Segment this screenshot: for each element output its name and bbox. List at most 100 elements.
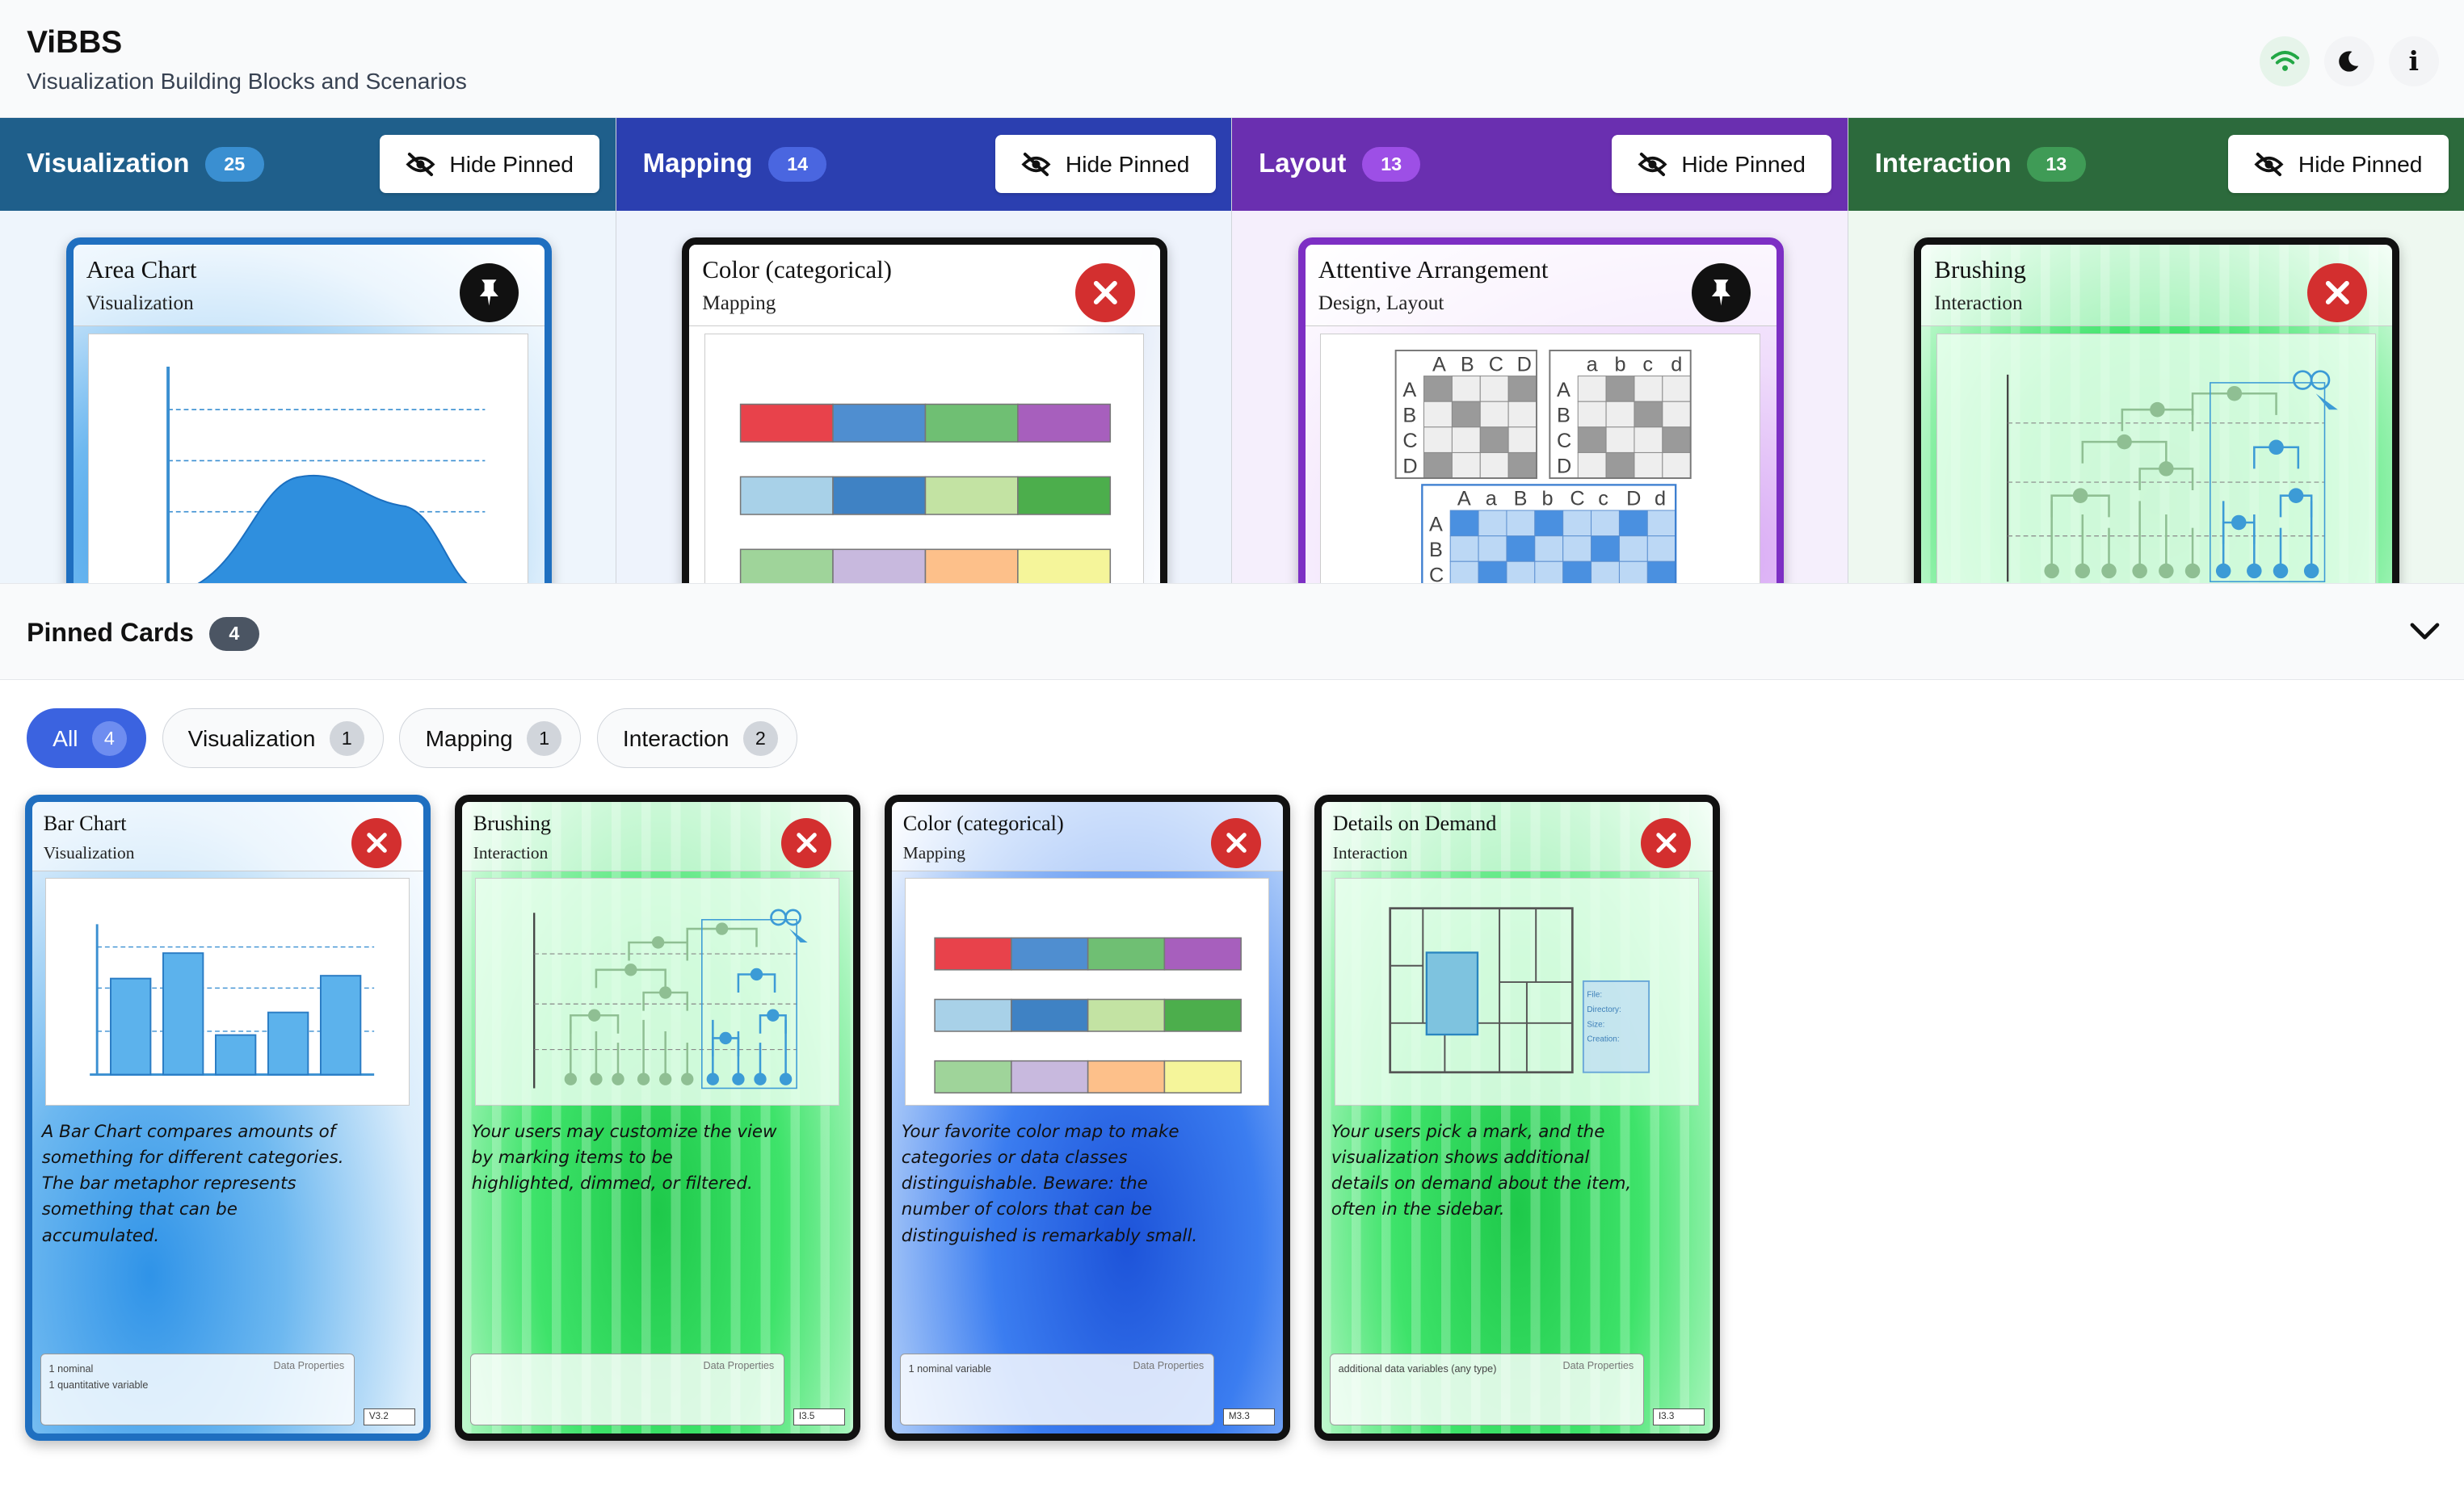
bar	[319, 974, 361, 1076]
merged-cell	[1534, 510, 1564, 536]
unpin-button[interactable]	[1075, 262, 1135, 323]
tree-node	[2131, 563, 2147, 579]
color-swatch	[1010, 1060, 1089, 1094]
hide-pinned-label: Hide Pinned	[449, 150, 574, 177]
hide-pinned-button[interactable]: Hide Pinned	[995, 135, 1216, 194]
column-header: Visualization 25 Hide Pinned	[0, 117, 616, 211]
tree-node	[2072, 488, 2088, 503]
grid-cell	[1507, 375, 1537, 402]
grid-row-label: D	[1557, 455, 1571, 478]
column-header: Layout 13 Hide Pinned	[1232, 117, 1848, 211]
unpin-button[interactable]	[1641, 817, 1692, 868]
color-swatch	[1016, 548, 1111, 583]
filter-chip-label: Mapping	[425, 724, 513, 751]
merged-cell	[1562, 510, 1592, 536]
grid-cell	[1605, 401, 1635, 428]
illustration-svg	[532, 909, 808, 1089]
card-illustration	[88, 333, 528, 583]
pinned-cards-bar[interactable]: Pinned Cards 4	[0, 582, 2464, 681]
card-bar-chart[interactable]: Bar Chart Visualization A Bar Chart compar…	[25, 795, 431, 1441]
close-icon	[1226, 833, 1247, 854]
color-swatch	[1010, 937, 1089, 971]
grid-col-label: a	[1587, 353, 1599, 376]
column-card-list: Color (categorical) Mapping	[616, 210, 1232, 583]
color-swatch	[739, 403, 834, 443]
chevron-down-icon[interactable]	[2409, 619, 2441, 644]
filter-chip-interaction[interactable]: Interaction 2	[596, 708, 798, 769]
hide-pinned-button[interactable]: Hide Pinned	[2228, 135, 2449, 194]
hide-pinned-button[interactable]: Hide Pinned	[1611, 135, 1832, 194]
pin-button[interactable]	[1691, 262, 1751, 323]
eye-off-icon	[1021, 152, 1051, 176]
close-icon	[1655, 833, 1676, 854]
merged-cell	[1619, 535, 1648, 562]
card-subtitle: Design, Layout	[1318, 292, 1444, 315]
tree-node	[658, 985, 672, 999]
card-attentive-arrangement[interactable]: Attentive Arrangement Design, Layout A B C D A…	[1297, 237, 1784, 583]
merged-cell	[1506, 510, 1536, 536]
filter-chip-visualization[interactable]: Visualization 1	[162, 708, 385, 769]
card-color-categorical[interactable]: Color (categorical) Mapping	[682, 237, 1168, 583]
close-icon	[2325, 280, 2349, 304]
tree-node	[2149, 401, 2165, 418]
dark-mode-toggle[interactable]	[2323, 36, 2375, 86]
hide-pinned-label: Hide Pinned	[2298, 150, 2423, 177]
grid-col-label: c	[1643, 353, 1654, 376]
column-interaction: Interaction 13 Hide Pinned Brushing Interact…	[1848, 117, 2464, 583]
color-swatch	[1016, 476, 1111, 515]
unpin-button[interactable]	[2307, 262, 2367, 323]
hide-pinned-button[interactable]: Hide Pinned	[379, 135, 600, 194]
grid-col-label: A	[1432, 353, 1446, 376]
card-illustration: File: Directory: Size: Creation:	[1334, 877, 1699, 1106]
merged-cell	[1562, 560, 1592, 583]
treemap-frame	[1389, 906, 1574, 1073]
grid-cell	[1507, 401, 1537, 428]
card-subtitle: Interaction	[1934, 292, 2023, 315]
card-title: Area Chart	[86, 255, 197, 284]
card-details-on-demand[interactable]: Details on Demand Interaction File: Directo…	[1314, 795, 1721, 1441]
grid-cell	[1662, 375, 1692, 402]
grid-cell	[1662, 451, 1692, 479]
merged-cell	[1591, 510, 1620, 536]
merged-row-label: B	[1429, 539, 1443, 561]
tree-node	[731, 1073, 745, 1085]
details-label: Size:	[1587, 1020, 1604, 1029]
filter-chip-mapping[interactable]: Mapping 1	[399, 708, 582, 769]
color-swatch	[1163, 998, 1242, 1032]
grid-row-label: D	[1402, 455, 1417, 478]
filter-chip-all[interactable]: All 4	[27, 708, 147, 769]
merged-col-label: d	[1655, 488, 1666, 510]
card-color-categorical[interactable]: Color (categorical) Mapping Your favorite …	[885, 795, 1290, 1441]
card-title: Brushing	[473, 811, 551, 835]
card-title: Details on Demand	[1332, 811, 1497, 835]
merged-cell	[1534, 535, 1564, 562]
info-button[interactable]: i	[2388, 36, 2439, 86]
card-brushing[interactable]: Brushing Interaction	[1914, 237, 2400, 583]
column-card-list: Area Chart Visualization	[0, 210, 616, 583]
grid-cell	[1479, 375, 1509, 402]
merged-cell	[1449, 535, 1479, 562]
column-header: Interaction 13 Hide Pinned	[1848, 117, 2464, 211]
card-brushing[interactable]: Brushing Interaction Your users may custom…	[455, 795, 860, 1441]
connection-button[interactable]	[2260, 36, 2311, 86]
merged-cell	[1534, 560, 1564, 583]
unpin-button[interactable]	[1211, 817, 1262, 868]
color-swatch	[1087, 937, 1165, 971]
column-card-list: Attentive Arrangement Design, Layout A B C D A…	[1232, 210, 1848, 583]
tree-node	[651, 935, 664, 949]
unpin-button[interactable]	[781, 817, 832, 868]
unpin-button[interactable]	[351, 817, 402, 868]
color-swatch	[924, 476, 1019, 515]
grid-col-label: b	[1615, 353, 1626, 376]
card-illustration	[1936, 333, 2377, 583]
pin-button[interactable]	[459, 262, 519, 323]
card-subtitle: Visualization	[86, 292, 194, 315]
color-swatch	[934, 1060, 1012, 1094]
grid-cell	[1634, 375, 1663, 402]
grid-cell	[1423, 401, 1453, 428]
card-area-chart[interactable]: Area Chart Visualization	[65, 237, 552, 583]
data-properties-values: 1 nominal 1 quantitative variable	[49, 1362, 149, 1393]
tree-node	[2288, 488, 2303, 503]
merged-col-label: c	[1598, 488, 1608, 510]
card-description: Your favorite color map to make categori…	[901, 1122, 1198, 1246]
